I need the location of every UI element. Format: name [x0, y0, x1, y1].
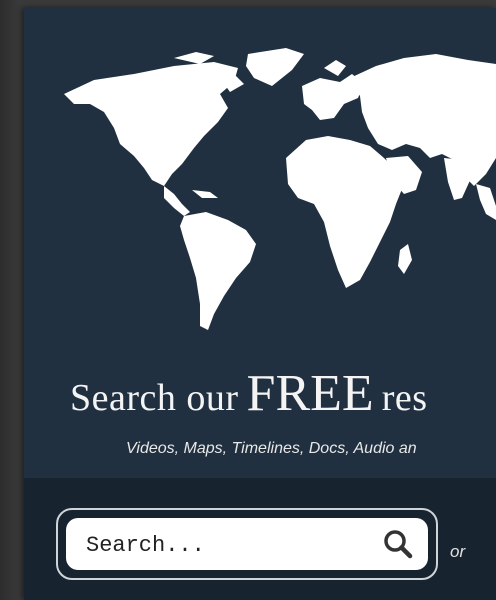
promo-card: Search our FREE res Videos, Maps, Timeli… [24, 8, 496, 600]
search-icon [384, 530, 413, 559]
search-button[interactable] [382, 528, 414, 560]
headline-free: FREE [246, 365, 374, 422]
resource-types-subline: Videos, Maps, Timelines, Docs, Audio an [126, 440, 417, 457]
search-frame [56, 508, 438, 580]
or-label: or [450, 542, 466, 561]
search-box [66, 518, 428, 570]
search-input[interactable] [84, 527, 368, 563]
world-map-icon [64, 48, 496, 330]
headline: Search our FREE res [70, 364, 496, 423]
headline-prefix: Search our [70, 377, 239, 419]
headline-suffix: res [381, 377, 428, 419]
hero-section: Search our FREE res Videos, Maps, Timeli… [24, 8, 496, 478]
search-band: or [24, 478, 496, 600]
